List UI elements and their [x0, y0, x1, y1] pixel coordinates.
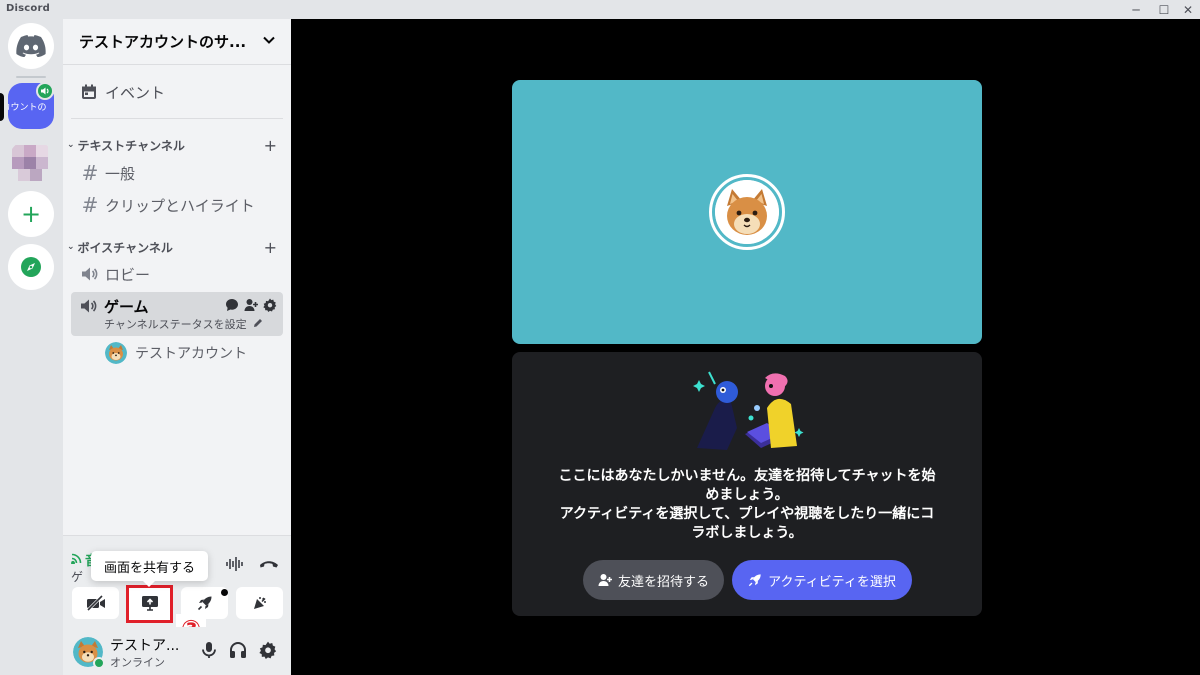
invite-friends-label: 友達を招待する: [617, 574, 709, 590]
channel-label: ロビー: [105, 265, 151, 284]
gear-icon[interactable]: [263, 298, 277, 312]
invite-message: ここにはあなたしかいません。友達を招待してチャットを始 めましょう。 アクティビ…: [532, 467, 962, 543]
title-bar: Discord ─ ☐ ✕: [0, 0, 1200, 19]
invite-message-line: めましょう。: [705, 487, 789, 503]
hash-icon: #: [81, 193, 99, 217]
online-status-dot: [93, 657, 105, 669]
invite-message-line: アクティビティを選択して、プレイや視聴をしたり一緒にコ: [559, 506, 935, 522]
camera-off-icon: [86, 595, 105, 611]
voice-member[interactable]: テストアカウント: [105, 342, 247, 364]
rocket-icon: [748, 574, 761, 587]
camera-off-button[interactable]: [72, 587, 119, 619]
add-voice-channel-button[interactable]: +: [264, 238, 277, 257]
text-category-header[interactable]: ⌄ テキストチャンネル +: [67, 136, 283, 155]
share-screen-tooltip: 画面を共有する: [91, 551, 208, 587]
user-name: テストア...: [110, 638, 180, 654]
sidebar-divider: [71, 118, 283, 119]
active-server-pill: [0, 93, 4, 121]
text-channel-clips[interactable]: # クリップとハイライト: [71, 191, 283, 219]
chevron-down-icon: [263, 32, 275, 48]
text-category-label: テキストチャンネル: [77, 138, 185, 153]
wumpus-illustration-icon: [693, 371, 804, 450]
minimize-button[interactable]: ─: [1122, 0, 1150, 19]
channel-label: クリップとハイライト: [105, 196, 255, 215]
add-text-channel-button[interactable]: +: [264, 136, 277, 155]
user-settings-gear-icon[interactable]: [259, 641, 277, 659]
text-channel-general[interactable]: # 一般: [71, 159, 283, 187]
add-member-icon[interactable]: [244, 298, 258, 312]
discord-logo-icon: [16, 35, 46, 57]
share-screen-icon: [142, 596, 158, 611]
chat-bubble-icon[interactable]: [225, 298, 239, 312]
home-button[interactable]: [8, 23, 54, 69]
user-avatar-large: [715, 180, 779, 244]
events-label: イベント: [105, 83, 166, 102]
speaking-avatar: [709, 174, 785, 250]
activity-notification-dot: [221, 589, 228, 596]
voice-category-label: ボイスチャンネル: [77, 240, 173, 255]
soundboard-button[interactable]: [236, 587, 283, 619]
channel-label: 一般: [105, 164, 136, 183]
choose-activity-label: アクティビティを選択: [768, 574, 896, 590]
caret-down-icon: ⌄: [67, 242, 75, 252]
add-server-icon[interactable]: +: [8, 191, 54, 237]
blurred-server-icon[interactable]: [8, 139, 54, 185]
user-avatar: [105, 342, 127, 364]
channel-status-label: チャンネルステータスを設定: [104, 318, 247, 331]
soundboard-icon: [253, 597, 266, 609]
invite-friends-button[interactable]: 友達を招待する: [583, 560, 724, 600]
noise-suppression-icon[interactable]: [225, 556, 243, 572]
server-name: テストアカウントのサ...: [79, 33, 247, 51]
microphone-icon[interactable]: [201, 641, 217, 659]
voice-category-header[interactable]: ⌄ ボイスチャンネル +: [67, 238, 283, 257]
hash-icon: #: [81, 161, 99, 185]
speaker-icon: [81, 299, 97, 313]
active-server-label: カウントの: [8, 102, 47, 113]
explore-compass-icon[interactable]: [8, 244, 54, 290]
signal-icon: [71, 553, 82, 564]
invite-message-line: ここにはあなたしかいません。友達を招待してチャットを始: [558, 468, 936, 484]
app-title: Discord: [6, 3, 50, 14]
voice-channel-lobby[interactable]: ロビー: [71, 260, 283, 288]
active-channel-name: ゲーム: [104, 298, 149, 316]
pencil-icon: [254, 319, 263, 327]
invite-message-line: ラボしましょう。: [691, 525, 803, 541]
member-name: テストアカウント: [135, 346, 247, 362]
voice-channel-game[interactable]: ゲーム チャンネルステータスを設定: [71, 292, 283, 336]
speaker-badge-icon: [36, 82, 54, 100]
choose-activity-button[interactable]: アクティビティを選択: [732, 560, 912, 600]
headphones-icon[interactable]: [229, 641, 247, 659]
rocket-icon: [197, 596, 211, 611]
disconnect-phone-icon[interactable]: [259, 556, 279, 572]
invite-user-icon: [598, 574, 612, 586]
invite-card: ここにはあなたしかいません。友達を招待してチャットを始 めましょう。 アクティビ…: [512, 352, 982, 616]
rail-separator: [16, 76, 46, 78]
channel-status-prompt[interactable]: チャンネルステータスを設定: [104, 316, 263, 332]
caret-down-icon: ⌄: [67, 140, 75, 150]
user-panel: テストア... オンライン: [63, 627, 291, 675]
server-header[interactable]: テストアカウントのサ...: [63, 19, 291, 65]
close-button[interactable]: ✕: [1174, 0, 1200, 19]
share-screen-button[interactable]: [126, 585, 173, 623]
connection-channel: ゲ: [71, 570, 84, 584]
events-item[interactable]: イベント: [71, 77, 283, 107]
user-video-tile[interactable]: [512, 80, 982, 344]
calendar-icon: [82, 84, 96, 99]
speaker-icon: [82, 267, 98, 281]
user-status: オンライン: [110, 656, 165, 669]
server-rail: カウントの +: [0, 19, 63, 675]
